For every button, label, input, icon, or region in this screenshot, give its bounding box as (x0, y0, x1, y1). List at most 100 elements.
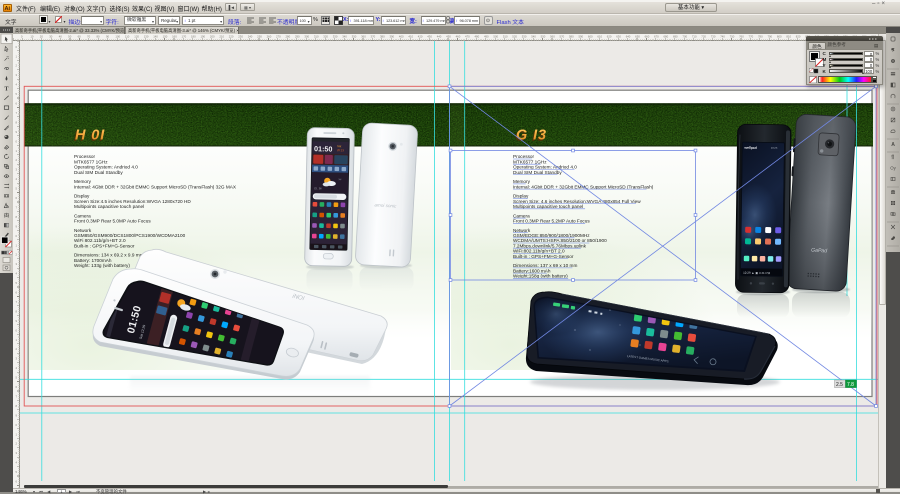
svg-text:400: 400 (399, 35, 404, 39)
svg-text:520: 520 (512, 35, 517, 39)
svg-text:100: 100 (115, 35, 120, 39)
svg-text:200: 200 (210, 35, 215, 39)
svg-text:110: 110 (125, 35, 130, 39)
svg-text:5: 5 (15, 187, 17, 191)
svg-text:450: 450 (446, 35, 451, 39)
svg-text:Weight: 133g (with battery): Weight: 133g (with battery) (74, 263, 130, 268)
svg-text:T: T (4, 85, 9, 92)
svg-text:1: 1 (15, 432, 17, 436)
svg-text:210: 210 (219, 35, 224, 39)
svg-text:9: 9 (15, 224, 17, 228)
svg-text:8: 8 (15, 215, 17, 219)
svg-text:300: 300 (304, 35, 309, 39)
svg-text:0: 0 (21, 35, 23, 39)
svg-text:530: 530 (522, 35, 527, 39)
svg-text:Built-in : GPS+FM+G-Sensor: Built-in : GPS+FM+G-Sensor (513, 254, 574, 259)
svg-text:6: 6 (15, 291, 17, 295)
svg-text:120: 120 (134, 35, 139, 39)
svg-text:20:13: 20:13 (337, 148, 345, 152)
svg-text:2: 2 (15, 347, 17, 351)
svg-text:380: 380 (380, 35, 385, 39)
svg-text:4: 4 (15, 366, 17, 370)
svg-text:01:50: 01:50 (314, 144, 333, 153)
svg-text:40: 40 (59, 35, 63, 39)
svg-text:740: 740 (720, 35, 725, 39)
svg-text:0: 0 (15, 328, 17, 332)
svg-text:820: 820 (796, 35, 801, 39)
svg-text:430: 430 (427, 35, 432, 39)
svg-text:0: 0 (15, 234, 17, 238)
svg-text:2.5: 2.5 (836, 382, 843, 388)
svg-text:3: 3 (15, 357, 17, 361)
svg-text:690: 690 (673, 35, 678, 39)
svg-text:220: 220 (229, 35, 234, 39)
svg-text:480: 480 (475, 35, 480, 39)
svg-text:50: 50 (68, 35, 72, 39)
svg-text:4: 4 (15, 461, 17, 465)
svg-text:440: 440 (437, 35, 442, 39)
svg-text:650: 650 (635, 35, 640, 39)
svg-text:420: 420 (418, 35, 423, 39)
svg-text:560: 560 (550, 35, 555, 39)
svg-text:370: 370 (371, 35, 376, 39)
svg-text:Dual SIM Dual Standby: Dual SIM Dual Standby (513, 170, 562, 175)
svg-text:90: 90 (106, 35, 110, 39)
svg-text:A: A (891, 142, 895, 148)
svg-text:600: 600 (588, 35, 593, 39)
svg-text:Weight:158g (with battery): Weight:158g (with battery) (513, 274, 568, 279)
svg-text:780: 780 (758, 35, 763, 39)
svg-text:710: 710 (692, 35, 697, 39)
svg-text:620: 620 (607, 35, 612, 39)
svg-text:6: 6 (15, 102, 17, 106)
svg-text:330: 330 (333, 35, 338, 39)
svg-text:810: 810 (786, 35, 791, 39)
svg-text:1: 1 (15, 54, 17, 58)
svg-text:Front 0.3MP Rear 5.2MP Auto F: Front 0.3MP Rear 5.2MP Auto Focus (513, 219, 590, 224)
svg-text:340: 340 (342, 35, 347, 39)
svg-text:Front 0.3MP Rear 5.0MP Auto: Front 0.3MP Rear 5.0MP Auto Focus (74, 219, 151, 224)
svg-text:6: 6 (15, 480, 17, 484)
svg-text:2: 2 (15, 442, 17, 446)
svg-text:660: 660 (645, 35, 650, 39)
svg-text:460: 460 (456, 35, 461, 39)
svg-text:9: 9 (15, 130, 17, 134)
svg-text:760: 760 (739, 35, 744, 39)
svg-text:3: 3 (15, 168, 17, 172)
svg-text:5: 5 (15, 376, 17, 380)
svg-text:680: 680 (664, 35, 669, 39)
svg-text:2: 2 (15, 158, 17, 162)
svg-text:570: 570 (560, 35, 565, 39)
svg-text:60: 60 (78, 35, 82, 39)
svg-text:550: 550 (541, 35, 546, 39)
svg-text:6: 6 (15, 385, 17, 389)
svg-text:1: 1 (15, 243, 17, 247)
svg-text:7: 7 (15, 394, 17, 398)
svg-text:150: 150 (163, 35, 168, 39)
svg-text:Oy: Oy (890, 166, 896, 171)
svg-text:230: 230 (238, 35, 243, 39)
svg-text:5: 5 (15, 470, 17, 474)
svg-text:4: 4 (15, 177, 17, 181)
svg-text:640: 640 (626, 35, 631, 39)
svg-text:Built-in : GPS+FM+G-Sensor: Built-in : GPS+FM+G-Sensor (74, 243, 135, 248)
svg-text:5: 5 (15, 92, 17, 96)
svg-text:3: 3 (15, 262, 17, 266)
svg-text:280: 280 (286, 35, 291, 39)
svg-text:8: 8 (15, 404, 17, 408)
svg-text:80: 80 (97, 35, 101, 39)
svg-text:10: 10 (30, 35, 34, 39)
svg-text:630: 630 (616, 35, 621, 39)
svg-text:140: 140 (153, 35, 158, 39)
svg-text:770: 770 (749, 35, 754, 39)
svg-text:580: 580 (569, 35, 574, 39)
svg-text:1: 1 (15, 149, 17, 153)
svg-text:610: 610 (597, 35, 602, 39)
svg-text:700: 700 (682, 35, 687, 39)
svg-text:1: 1 (15, 338, 17, 342)
svg-text:540: 540 (531, 35, 536, 39)
svg-text:34°: 34° (338, 179, 341, 181)
svg-text:800: 800 (777, 35, 782, 39)
svg-text:720: 720 (701, 35, 706, 39)
svg-text:7: 7 (15, 300, 17, 304)
svg-text:4: 4 (15, 272, 17, 276)
